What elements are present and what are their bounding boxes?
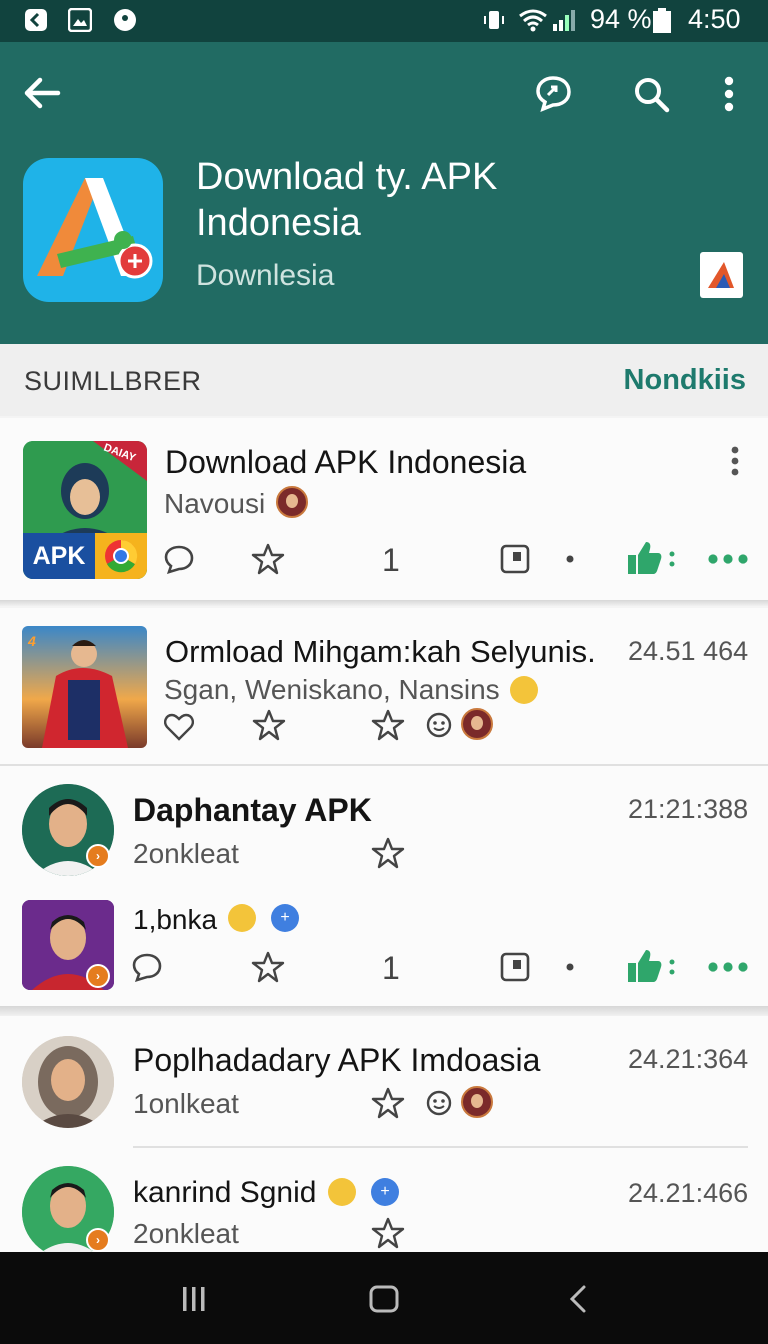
bookmark-icon[interactable] — [498, 950, 532, 984]
star-icon[interactable] — [251, 542, 285, 576]
home-icon[interactable] — [366, 1282, 402, 1316]
list-item[interactable]: DAIAY APK Download APK Indonesia Navousi… — [0, 418, 768, 600]
avatar — [22, 1036, 114, 1128]
more-vert-icon[interactable] — [718, 444, 752, 478]
list-item[interactable]: 4 Ormload Mihgam:kah Selyunis. 24.51 464… — [0, 608, 768, 764]
vibrate-icon — [482, 8, 506, 32]
recent-apps-icon[interactable] — [176, 1282, 212, 1316]
comment-icon[interactable] — [162, 542, 196, 576]
item-subtitle: 2onkleat — [133, 838, 239, 869]
item-count: 1 — [382, 950, 400, 986]
gallery-icon — [67, 7, 93, 33]
chat-icon[interactable] — [527, 67, 579, 119]
svg-text:4: 4 — [27, 633, 36, 649]
star-icon[interactable] — [371, 1216, 405, 1250]
section-action-link[interactable]: Nondkiis — [624, 364, 746, 397]
more-vert-icon[interactable] — [560, 542, 580, 576]
avatar — [461, 708, 493, 740]
star-icon[interactable] — [371, 836, 405, 870]
item-title: Poplhadadary APK Imdoasia — [133, 1042, 541, 1078]
heart-icon[interactable] — [162, 710, 196, 744]
list-item[interactable]: › Daphantay APK 21:21:388 2onkleat › 1,b… — [0, 766, 768, 1006]
system-nav-bar — [0, 1252, 768, 1344]
circle-status-icon — [113, 8, 137, 32]
developer-logo-icon[interactable] — [700, 252, 743, 298]
item-title: kanrind Sgnid — [133, 1176, 317, 1209]
star-icon[interactable] — [371, 708, 405, 742]
item-subtitle: Navousi — [164, 488, 266, 519]
add-icon[interactable]: + — [271, 904, 299, 932]
chrome-icon — [95, 533, 147, 579]
divider — [0, 1006, 768, 1016]
item-thumbnail: DAIAY APK — [23, 441, 147, 579]
thumbs-up-icon[interactable] — [624, 538, 664, 578]
star-icon[interactable] — [251, 950, 285, 984]
item-meta: 21:21:388 — [628, 794, 749, 824]
item-title: Download APK Indonesia — [165, 444, 527, 480]
battery-icon — [652, 8, 672, 33]
chevron-badge-icon: › — [86, 1228, 110, 1252]
battery-percent: 94 % — [590, 4, 652, 34]
avatar — [276, 486, 308, 518]
item-meta: 24.51 464 — [628, 636, 749, 666]
item-count: 1 — [382, 542, 400, 578]
clock: 4:50 — [688, 4, 741, 34]
item-secondary-title: 1,bnka — [133, 904, 218, 935]
thumbs-up-icon[interactable] — [624, 946, 664, 986]
app-header: Download ty. APK Indonesia Downlesia — [0, 42, 768, 344]
star-icon[interactable] — [252, 708, 286, 742]
more-vert-icon[interactable] — [560, 950, 580, 984]
app-title: Download ty. APK Indonesia — [196, 156, 498, 244]
emoji-icon — [328, 1178, 356, 1206]
item-subtitle: 2onkleat — [133, 1218, 239, 1249]
smiley-icon[interactable] — [424, 710, 454, 740]
list-item[interactable]: Poplhadadary APK Imdoasia 24.21:364 1onl… — [0, 1016, 768, 1148]
search-icon[interactable] — [625, 68, 677, 120]
item-title: Daphantay APK — [133, 792, 372, 828]
item-thumbnail: 4 — [22, 626, 147, 748]
app-subtitle: Downlesia — [196, 259, 335, 292]
back-arrow-icon[interactable] — [16, 67, 68, 119]
item-meta: 24.21:364 — [628, 1044, 749, 1074]
star-icon[interactable] — [371, 1086, 405, 1120]
avatar — [461, 1086, 493, 1118]
notification-icon — [24, 8, 48, 32]
bookmark-icon[interactable] — [498, 542, 532, 576]
more-horiz-icon[interactable] — [706, 542, 750, 576]
dots-icon — [664, 950, 680, 984]
chevron-badge-icon: › — [86, 844, 110, 868]
smiley-icon[interactable] — [424, 1088, 454, 1118]
apk-badge: APK — [23, 533, 95, 579]
wifi-icon — [518, 8, 548, 32]
more-horiz-icon[interactable] — [706, 950, 750, 984]
item-subtitle: Sgan, Weniskano, Nansins — [164, 674, 500, 705]
signal-icon — [552, 8, 576, 32]
list-item[interactable]: › kanrind Sgnid + 24.21:466 2onkleat — [0, 1148, 768, 1252]
item-title: Ormload Mihgam:kah Selyunis. — [165, 634, 596, 669]
section-title: SUIMLLBRER — [24, 366, 202, 396]
emoji-icon — [228, 904, 256, 932]
divider — [0, 600, 768, 606]
section-header: SUIMLLBRER Nondkiis — [0, 344, 768, 416]
item-subtitle: 1onlkeat — [133, 1088, 239, 1119]
back-icon[interactable] — [560, 1282, 596, 1316]
status-bar: 94 % 4:50 — [0, 0, 768, 42]
item-meta: 24.21:466 — [628, 1178, 749, 1208]
comment-icon[interactable] — [130, 950, 164, 984]
emoji-icon — [510, 676, 538, 704]
more-vert-icon[interactable] — [703, 68, 755, 120]
app-logo — [23, 158, 163, 302]
add-icon[interactable]: + — [371, 1178, 399, 1206]
chevron-badge-icon: › — [86, 964, 110, 988]
dots-icon — [664, 542, 680, 576]
